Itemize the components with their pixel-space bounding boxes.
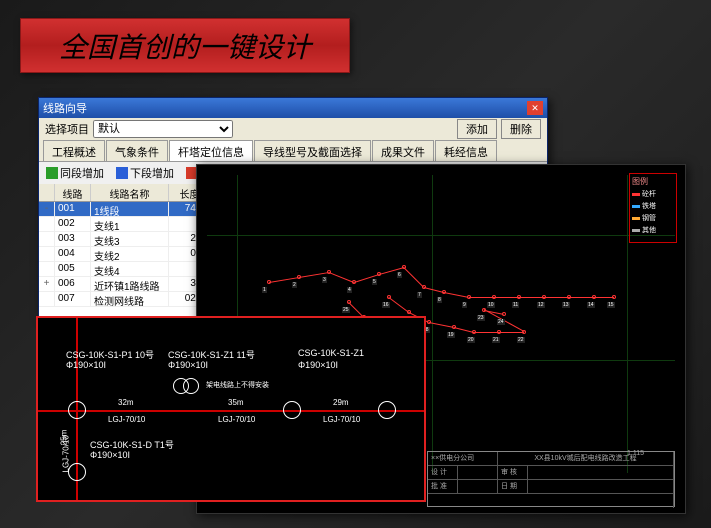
title-block: 1:115 ××供电分公司XX县10kV城后配电线路改造工程 设 计审 核 批 …: [427, 451, 675, 507]
route-list[interactable]: 线路编号 线路名称 长度(km) -0011线段7468002支线100003支…: [39, 184, 214, 316]
route-row[interactable]: 002支线100: [39, 217, 213, 232]
route-row[interactable]: +006近环镇1路线路324: [39, 277, 213, 292]
tab-overview[interactable]: 工程概述: [43, 140, 105, 161]
legend: 图例 砼杆 铁塔 钢管 其他: [629, 173, 677, 243]
down-plus-icon: [116, 167, 128, 179]
col-name: 线路名称: [91, 184, 169, 201]
close-icon[interactable]: ✕: [527, 101, 543, 115]
tab-output[interactable]: 成果文件: [372, 140, 434, 161]
route-row[interactable]: 007检测网线路0265: [39, 292, 213, 307]
tab-weather[interactable]: 气象条件: [106, 140, 168, 161]
slide-title: 全国首创的一键设计: [20, 18, 350, 73]
plus-icon: [46, 167, 58, 179]
tab-wire-sel[interactable]: 导线型号及截面选择: [254, 140, 371, 161]
next-add-button[interactable]: 下段增加: [113, 164, 177, 182]
dialog-titlebar[interactable]: 线路向导 ✕: [39, 98, 547, 118]
select-label: 选择项目: [45, 121, 89, 137]
tab-cost[interactable]: 耗经信息: [435, 140, 497, 161]
tab-tower-pos[interactable]: 杆塔定位信息: [169, 140, 253, 161]
route-row[interactable]: -0011线段7468: [39, 202, 213, 217]
dialog-title: 线路向导: [43, 100, 87, 116]
detail-inset: CSG-10K-S1-P1 10号 Φ190×10I CSG-10K-S1-Z1…: [36, 316, 426, 502]
route-row[interactable]: 003支线3271: [39, 232, 213, 247]
delete-button[interactable]: 删除: [501, 119, 541, 139]
add-button[interactable]: 添加: [457, 119, 497, 139]
col-code: 线路编号: [55, 184, 91, 201]
project-select[interactable]: 默认: [93, 120, 233, 138]
tabs: 工程概述 气象条件 杆塔定位信息 导线型号及截面选择 成果文件 耗经信息: [39, 140, 547, 162]
route-row[interactable]: 004支线2027: [39, 247, 213, 262]
route-row[interactable]: 005支线40: [39, 262, 213, 277]
same-add-button[interactable]: 同段增加: [43, 164, 107, 182]
slide-title-text: 全国首创的一键设计: [59, 26, 311, 66]
project-select-row: 选择项目 默认 添加 删除: [39, 118, 547, 140]
